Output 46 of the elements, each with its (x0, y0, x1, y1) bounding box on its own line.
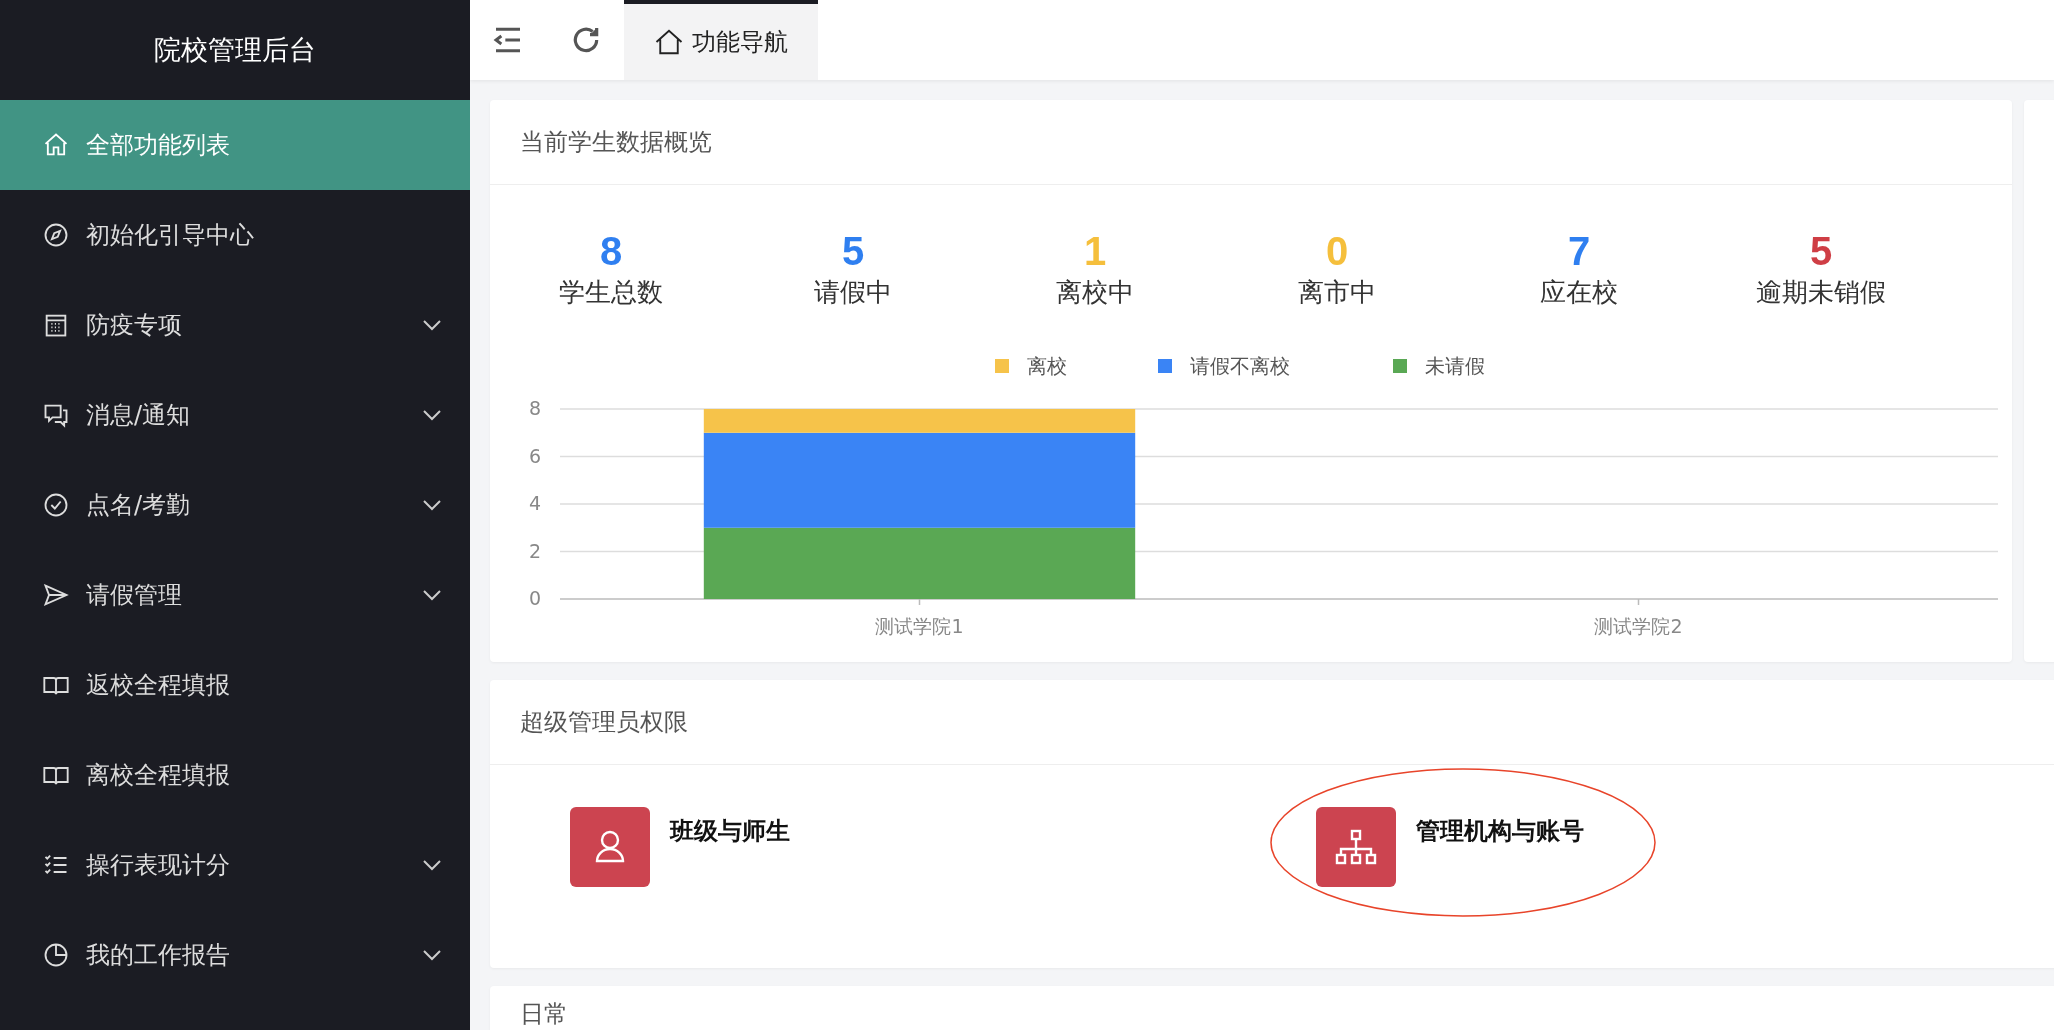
legend-label: 请假不离校 (1190, 354, 1290, 378)
y-axis-label: 0 (528, 587, 542, 609)
function-icon[interactable] (1316, 807, 1396, 887)
menu-item-icon (42, 581, 70, 609)
y-axis-label: 2 (528, 539, 542, 562)
stat-value: 8 (599, 228, 623, 275)
y-axis-label: 6 (528, 444, 542, 467)
sidebar-item[interactable]: 初始化引导中心 (0, 190, 470, 280)
sidebar-item[interactable]: 全部功能列表 (0, 100, 470, 190)
sidebar-item[interactable]: 点名/考勤 (0, 460, 470, 550)
x-axis-label: 测试学院1 (875, 615, 964, 637)
stat-label: 应在校 (1540, 276, 1618, 309)
menu-item-icon (42, 491, 70, 519)
sidebar-item[interactable]: 返校全程填报 (0, 640, 470, 730)
stat-label: 逾期未销假 (1756, 276, 1886, 309)
stat-label: 离校中 (1056, 276, 1134, 309)
stat-label: 离市中 (1298, 276, 1376, 309)
card-title: 当前学生数据概览 (490, 100, 2012, 185)
sidebar-item[interactable]: 请假管理 (0, 550, 470, 640)
legend-label: 离校 (1027, 354, 1067, 378)
stat-value: 5 (1809, 228, 1833, 275)
sidebar-item[interactable]: 操行表现计分 (0, 820, 470, 910)
sidebar-item[interactable]: 防疫专项 (0, 280, 470, 370)
legend-label: 未请假 (1425, 354, 1485, 378)
x-axis-label: 测试学院2 (1594, 615, 1683, 637)
sidebar-item[interactable]: 消息/通知 (0, 370, 470, 460)
app-title: 院校管理后台 (153, 33, 317, 67)
function-icon[interactable] (570, 807, 650, 887)
tab[interactable]: 功能导航 (624, 0, 818, 80)
y-axis-label: 8 (528, 397, 542, 419)
card-title: 日常 (490, 986, 2054, 1030)
sidebar-item[interactable]: 离校全程填报 (0, 730, 470, 820)
stat-label: 请假中 (814, 276, 892, 309)
stat-value: 1 (1083, 228, 1107, 275)
home-icon (654, 27, 684, 57)
stat-value: 7 (1567, 228, 1591, 275)
y-axis-label: 4 (528, 492, 542, 514)
menu-item-icon (42, 221, 70, 249)
stat-value: 5 (841, 228, 865, 275)
menu-item-icon (42, 941, 70, 969)
card-title: 超级管理员权限 (490, 680, 2054, 765)
stat-value: 0 (1325, 228, 1349, 275)
function-label[interactable]: 管理机构与账号 (1416, 815, 1584, 847)
function-label[interactable]: 班级与师生 (670, 815, 790, 847)
stat-label: 学生总数 (559, 276, 663, 309)
sidebar-item[interactable]: 我的工作报告 (0, 910, 470, 1000)
